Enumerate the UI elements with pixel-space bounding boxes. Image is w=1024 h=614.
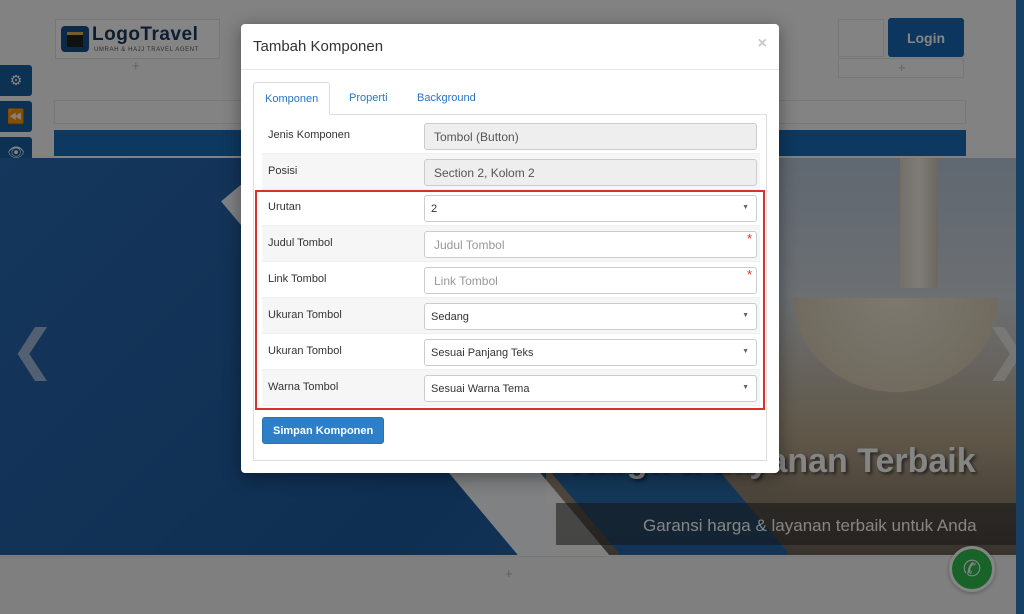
tab-background[interactable]: Background: [406, 82, 487, 115]
form-row-link: Link Tombol *: [262, 262, 760, 298]
tab-komponen[interactable]: Komponen: [253, 82, 331, 115]
posisi-field: [424, 159, 757, 186]
form-row-jenis: Jenis Komponen: [262, 118, 760, 154]
save-component-button[interactable]: Simpan Komponen: [262, 417, 385, 444]
link-label: Link Tombol: [268, 273, 327, 285]
form-row-urutan: Urutan 2 ▼: [262, 190, 760, 226]
tab-properti[interactable]: Properti: [338, 82, 399, 115]
urutan-label: Urutan: [268, 201, 302, 213]
ukuran-label: Ukuran Tombol: [268, 309, 342, 321]
judul-label: Judul Tombol: [268, 237, 333, 249]
close-icon[interactable]: ×: [758, 35, 767, 53]
ukuran-lebar-value: Sesuai Panjang Teks: [431, 347, 534, 359]
form-row-warna: Warna Tombol Sesuai Warna Tema ▼: [262, 370, 760, 406]
urutan-select[interactable]: 2 ▼: [424, 195, 757, 222]
jenis-label: Jenis Komponen: [268, 129, 350, 141]
tab-bar: Komponen Properti Background: [253, 82, 767, 115]
ukuran-lebar-select[interactable]: Sesuai Panjang Teks ▼: [424, 339, 757, 366]
jenis-field: [424, 123, 757, 150]
form-row-judul: Judul Tombol *: [262, 226, 760, 262]
modal-title: Tambah Komponen: [253, 38, 384, 55]
warna-tombol-select[interactable]: Sesuai Warna Tema ▼: [424, 375, 757, 402]
form-row-ukuran-lebar: Ukuran Tombol Sesuai Panjang Teks ▼: [262, 334, 760, 370]
add-component-modal: Tambah Komponen × Komponen Properti Back…: [241, 24, 779, 473]
ukuran-value: Sedang: [431, 311, 469, 323]
link-tombol-input[interactable]: [424, 267, 757, 294]
warna-label: Warna Tombol: [268, 381, 339, 393]
ukuran-lebar-label: Ukuran Tombol: [268, 345, 342, 357]
warna-value: Sesuai Warna Tema: [431, 383, 530, 395]
form-row-ukuran: Ukuran Tombol Sedang ▼: [262, 298, 760, 334]
form-row-posisi: Posisi: [262, 154, 760, 190]
chevron-down-icon: ▼: [742, 384, 749, 391]
komponen-tab-pane: Jenis Komponen Posisi Urutan 2 ▼ Judul T…: [253, 114, 767, 461]
chevron-down-icon: ▼: [742, 204, 749, 211]
chevron-down-icon: ▼: [742, 348, 749, 355]
urutan-value: 2: [431, 203, 438, 215]
modal-header: Tambah Komponen ×: [241, 24, 779, 70]
ukuran-tombol-select[interactable]: Sedang ▼: [424, 303, 757, 330]
required-icon: *: [746, 267, 752, 282]
judul-tombol-input[interactable]: [424, 231, 757, 258]
required-icon: *: [746, 231, 752, 246]
posisi-label: Posisi: [268, 165, 298, 177]
chevron-down-icon: ▼: [742, 312, 749, 319]
